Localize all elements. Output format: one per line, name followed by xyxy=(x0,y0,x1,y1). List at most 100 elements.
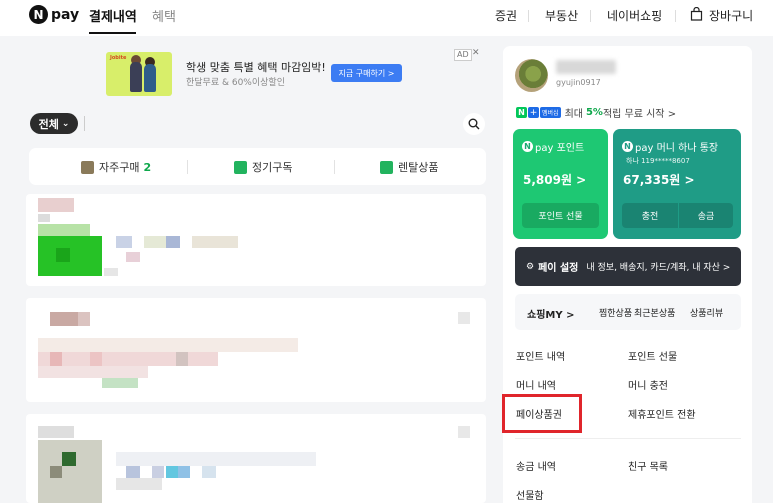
nav-cart[interactable]: 장바구니 xyxy=(709,7,753,24)
blurred-pixel xyxy=(126,466,140,478)
card-title: pay 머니 하나 통장 xyxy=(635,143,719,154)
blurred-pixel xyxy=(104,268,118,276)
blurred-pixel xyxy=(178,466,190,478)
promo-percent: 5% xyxy=(585,107,603,118)
blurred-pixel xyxy=(458,312,470,324)
promo-suffix: 적립 무료 시작 > xyxy=(602,109,677,120)
charge-button[interactable]: 충전 xyxy=(622,203,678,228)
money-history-link[interactable]: 머니 내역 xyxy=(516,377,556,392)
point-gift-link[interactable]: 포인트 선물 xyxy=(628,348,677,363)
blurred-pixel xyxy=(166,466,178,478)
point-history-link[interactable]: 포인트 내역 xyxy=(516,348,565,363)
membership-badge: 멤버십 xyxy=(540,107,561,118)
ad-buy-button[interactable]: 지금 구매하기 > xyxy=(331,64,402,82)
blurred-pixel xyxy=(116,452,316,466)
pay-money-title: N pay 머니 하나 통장 xyxy=(622,139,718,154)
friend-list-link[interactable]: 친구 목록 xyxy=(628,458,668,473)
blurred-pixel xyxy=(38,338,298,352)
recently-viewed-link[interactable]: 최근본상품 xyxy=(634,306,675,319)
blurred-pixel xyxy=(458,426,470,438)
order-card[interactable] xyxy=(26,414,486,503)
ad-image: Jobite xyxy=(106,52,172,96)
frequent-purchase-icon xyxy=(81,160,94,174)
order-card[interactable] xyxy=(26,298,486,402)
blurred-pixel xyxy=(78,312,90,326)
plus-icon: + xyxy=(528,107,539,118)
category-rental[interactable]: 렌탈상품 xyxy=(380,159,438,175)
ad-close-icon[interactable]: ✕ xyxy=(472,48,480,58)
pay-money-card[interactable]: N pay 머니 하나 통장 하나 119*****8607 67,335원 >… xyxy=(613,129,741,239)
shopping-my-link[interactable]: 쇼핑MY > xyxy=(527,306,574,321)
blurred-pixel xyxy=(38,352,218,366)
settings-label: 페이 설정 xyxy=(538,263,579,274)
nav-divider xyxy=(590,10,591,22)
category-frequent[interactable]: 자주구매 2 xyxy=(81,159,151,175)
pay-point-title: N pay 포인트 xyxy=(522,139,584,154)
product-reviews-link[interactable]: 상품리뷰 xyxy=(690,306,723,319)
money-balance[interactable]: 67,335원 > xyxy=(623,171,695,188)
order-card[interactable] xyxy=(26,194,486,286)
blurred-pixel xyxy=(38,426,74,438)
transfer-history-link[interactable]: 송금 내역 xyxy=(516,458,556,473)
pay-settings-button[interactable]: ⚙ 페이 설정 내 정보, 배송지, 카드/계좌, 내 자산 > xyxy=(515,247,741,286)
settings-description: 내 정보, 배송지, 카드/계좌, 내 자산 > xyxy=(586,263,731,273)
bank-account: 하나 119*****8607 xyxy=(626,157,690,165)
point-balance[interactable]: 5,809원 > xyxy=(523,171,586,188)
gift-box-link[interactable]: 선물함 xyxy=(516,487,544,502)
send-button[interactable]: 송금 xyxy=(679,203,733,228)
npay-logo[interactable]: N pay xyxy=(29,5,79,24)
avatar[interactable] xyxy=(515,59,548,92)
category-subscription[interactable]: 정기구독 xyxy=(234,159,292,175)
category-divider xyxy=(187,160,188,174)
top-navigation: N pay 결제내역 혜택 증권 부동산 네이버쇼핑 장바구니 xyxy=(0,0,773,36)
filter-all-dropdown[interactable]: 전체 ⌄ xyxy=(30,113,78,134)
logo-text: pay xyxy=(51,6,80,23)
partner-point-conversion-link[interactable]: 제휴포인트 전환 xyxy=(628,406,696,421)
chevron-down-icon: ⌄ xyxy=(61,118,70,129)
blurred-pixel xyxy=(38,198,74,212)
blurred-pixel xyxy=(102,378,138,388)
blurred-pixel xyxy=(144,236,166,248)
category-count: 2 xyxy=(143,160,152,174)
shopping-bag-icon[interactable] xyxy=(690,7,703,21)
blurred-pixel xyxy=(116,478,162,490)
blurred-pixel xyxy=(166,236,180,248)
pay-point-card[interactable]: N pay 포인트 5,809원 > 포인트 선물 xyxy=(513,129,608,239)
filter-divider xyxy=(84,116,85,131)
card-title: pay 포인트 xyxy=(535,143,585,154)
naver-n-icon: N xyxy=(516,107,527,118)
ad-banner[interactable]: Jobite 학생 맞춤 특별 혜택 마감임박! 한달무료 & 60%이상할인 … xyxy=(29,45,486,100)
search-icon xyxy=(468,118,480,130)
nav-naver-shopping[interactable]: 네이버쇼핑 xyxy=(607,7,662,24)
point-gift-button[interactable]: 포인트 선물 xyxy=(522,203,599,228)
tab-payment-history[interactable]: 결제내역 xyxy=(89,6,137,25)
wishlist-link[interactable]: 찜한상품 xyxy=(599,306,632,319)
user-name-blurred xyxy=(556,60,616,74)
gear-icon: ⚙ xyxy=(526,261,535,272)
filter-label: 전체 xyxy=(38,117,59,131)
highlight-box xyxy=(502,394,582,433)
promo-prefix: 최대 xyxy=(564,109,583,120)
money-charge-link[interactable]: 머니 충전 xyxy=(628,377,668,392)
membership-promo[interactable]: N + 멤버십 최대 5% 적립 무료 시작 > xyxy=(516,105,676,120)
nav-stocks[interactable]: 증권 xyxy=(495,7,517,24)
blurred-pixel xyxy=(56,248,70,262)
blurred-pixel xyxy=(152,466,164,478)
nav-real-estate[interactable]: 부동산 xyxy=(545,7,578,24)
ad-brand: Jobite xyxy=(110,55,127,61)
blurred-pixel xyxy=(50,466,62,478)
ad-tag: AD xyxy=(454,49,472,61)
tab-benefits[interactable]: 혜택 xyxy=(152,6,176,25)
blurred-pixel xyxy=(38,224,90,236)
nav-divider xyxy=(675,10,676,22)
menu-divider xyxy=(515,438,741,439)
npay-icon: N xyxy=(522,141,533,152)
ad-subtitle: 한달무료 & 60%이상할인 xyxy=(186,78,285,88)
category-divider xyxy=(334,160,335,174)
blurred-pixel xyxy=(50,312,78,326)
blurred-pixel xyxy=(50,352,62,366)
blurred-pixel xyxy=(192,236,238,248)
search-button[interactable] xyxy=(463,113,485,135)
blurred-pixel xyxy=(38,236,102,276)
active-tab-underline xyxy=(89,32,136,34)
